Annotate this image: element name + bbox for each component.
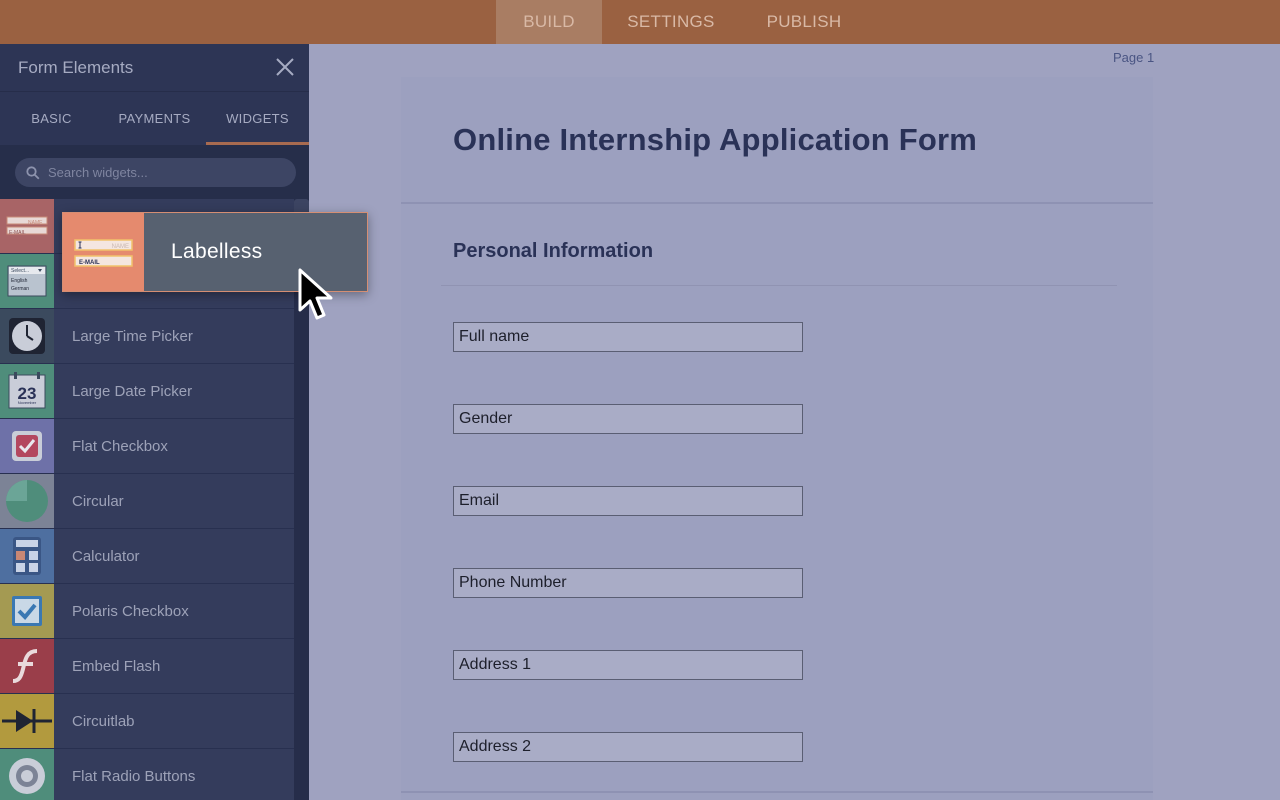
- widget-label: Polaris Checkbox: [72, 602, 189, 620]
- email-mini-text: E-MAIL: [9, 230, 26, 236]
- widget-label: Flat Checkbox: [72, 437, 168, 455]
- widget-item-polaris-checkbox[interactable]: Polaris Checkbox: [0, 584, 294, 639]
- flash-icon: [0, 639, 54, 693]
- form-canvas: Online Internship Application Form Perso…: [401, 77, 1153, 800]
- email-field[interactable]: Email: [453, 486, 803, 516]
- polaris-checkbox-icon: [0, 584, 54, 638]
- field-text: Gender: [459, 410, 513, 427]
- widget-item-flat-radio-buttons[interactable]: Flat Radio Buttons: [0, 749, 294, 800]
- widget-item-large-time-picker[interactable]: Large Time Picker: [0, 309, 294, 364]
- radio-icon: [0, 749, 54, 800]
- widget-label: Large Date Picker: [72, 382, 193, 400]
- address-2-field[interactable]: Address 2: [453, 732, 803, 762]
- search-input[interactable]: [48, 165, 278, 180]
- widget-item-embed-flash[interactable]: Embed Flash: [0, 639, 294, 694]
- calculator-icon: [0, 529, 54, 583]
- form-header[interactable]: Online Internship Application Form: [401, 77, 1153, 204]
- widget-item-calculator[interactable]: Calculator: [0, 529, 294, 584]
- widget-label: Flat Radio Buttons: [72, 767, 196, 785]
- panel-title: Form Elements: [18, 57, 134, 77]
- section-title: Personal Information: [453, 240, 654, 262]
- field-text: Phone Number: [459, 574, 567, 591]
- field-text: Address 2: [459, 738, 532, 755]
- widget-label: Embed Flash: [72, 657, 161, 675]
- field-text: Full name: [459, 328, 530, 345]
- page-label: Page 1: [1113, 50, 1155, 65]
- widget-label: Circuitlab: [72, 712, 135, 730]
- top-nav: BUILD SETTINGS PUBLISH: [496, 0, 868, 44]
- form-divider: [401, 791, 1153, 793]
- labelless-icon: NAME E-MAIL: [63, 213, 144, 291]
- widget-item-circuitlab[interactable]: Circuitlab: [0, 694, 294, 749]
- widget-label: Circular: [72, 492, 124, 510]
- top-nav-bar: BUILD SETTINGS PUBLISH: [0, 0, 1280, 44]
- dragged-widget-label: Labelless: [171, 240, 263, 263]
- name-mini-text: NAME: [28, 220, 43, 226]
- section-divider: [441, 285, 1117, 286]
- search-bar: [0, 145, 309, 199]
- widget-item-circular[interactable]: Circular: [0, 474, 294, 529]
- calendar-month-text: November: [18, 400, 37, 405]
- widget-item-flat-checkbox[interactable]: Flat Checkbox: [0, 419, 294, 474]
- full-name-field[interactable]: Full name: [453, 322, 803, 352]
- search-box: [15, 158, 296, 187]
- select-mini-text: Select...: [11, 268, 29, 274]
- clock-icon: [0, 309, 54, 363]
- form-title: Online Internship Application Form: [453, 121, 978, 157]
- calendar-month-overlay: November: [18, 400, 37, 405]
- panel-tab-basic[interactable]: BASIC: [0, 92, 103, 145]
- gender-field[interactable]: Gender: [453, 404, 803, 434]
- form-elements-panel: Form Elements BASIC PAYMENTS WIDGETS Sea…: [0, 44, 309, 800]
- phone-number-field[interactable]: Phone Number: [453, 568, 803, 598]
- circle-icon: [0, 474, 54, 528]
- field-text: Address 1: [459, 656, 532, 673]
- flat-checkbox-icon: [0, 419, 54, 473]
- widget-label: Calculator: [72, 547, 140, 565]
- panel-header: Form Elements: [0, 44, 309, 91]
- tab-publish[interactable]: PUBLISH: [740, 0, 868, 44]
- diode-icon: [0, 694, 54, 748]
- search-icon: [26, 165, 40, 179]
- address-1-field[interactable]: Address 1: [453, 650, 803, 680]
- panel-tabs: BASIC PAYMENTS WIDGETS: [0, 91, 309, 145]
- panel-tab-widgets[interactable]: WIDGETS: [206, 92, 309, 145]
- drag-email-text: E-MAIL: [79, 260, 100, 266]
- tab-settings[interactable]: SETTINGS: [602, 0, 740, 44]
- drag-name-text: NAME: [112, 244, 129, 250]
- tab-build[interactable]: BUILD: [496, 0, 602, 44]
- widget-label: Large Time Picker: [72, 327, 193, 345]
- english-mini-text: English: [11, 278, 28, 284]
- panel-tab-payments[interactable]: PAYMENTS: [103, 92, 206, 145]
- german-mini-text: German: [11, 286, 29, 292]
- mouse-cursor-icon: [298, 268, 333, 320]
- field-text: Email: [459, 492, 500, 509]
- widget-icon-overlay-text: NAME E-MAIL Select... English German: [9, 220, 43, 292]
- close-icon[interactable]: [275, 57, 295, 77]
